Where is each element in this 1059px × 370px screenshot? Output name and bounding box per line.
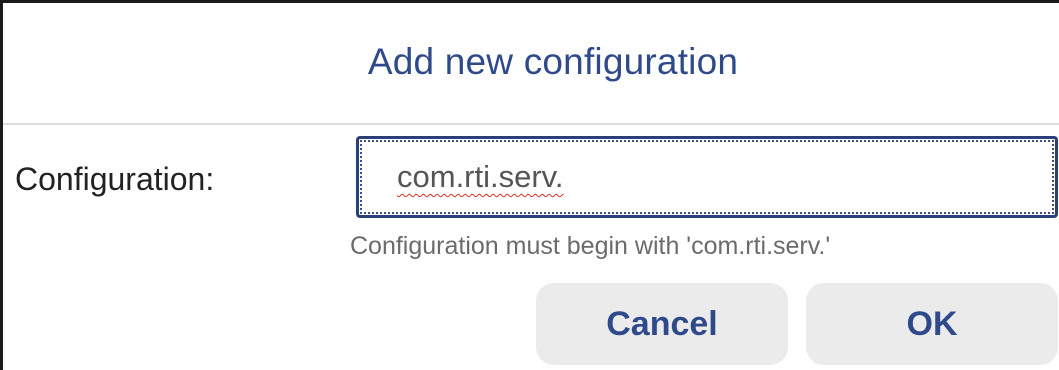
configuration-input[interactable]: com.rti.serv. (356, 136, 1058, 218)
configuration-helper-text: Configuration must begin with 'com.rti.s… (350, 232, 831, 260)
cancel-button[interactable]: Cancel (536, 283, 788, 365)
dialog-header: Add new configuration (3, 3, 1059, 125)
ok-button[interactable]: OK (806, 283, 1058, 365)
configuration-input-value[interactable]: com.rti.serv. (397, 159, 564, 195)
add-configuration-dialog: Add new configuration Configuration: com… (0, 0, 1059, 370)
dialog-title: Add new configuration (367, 41, 739, 82)
configuration-label: Configuration: (15, 161, 215, 197)
